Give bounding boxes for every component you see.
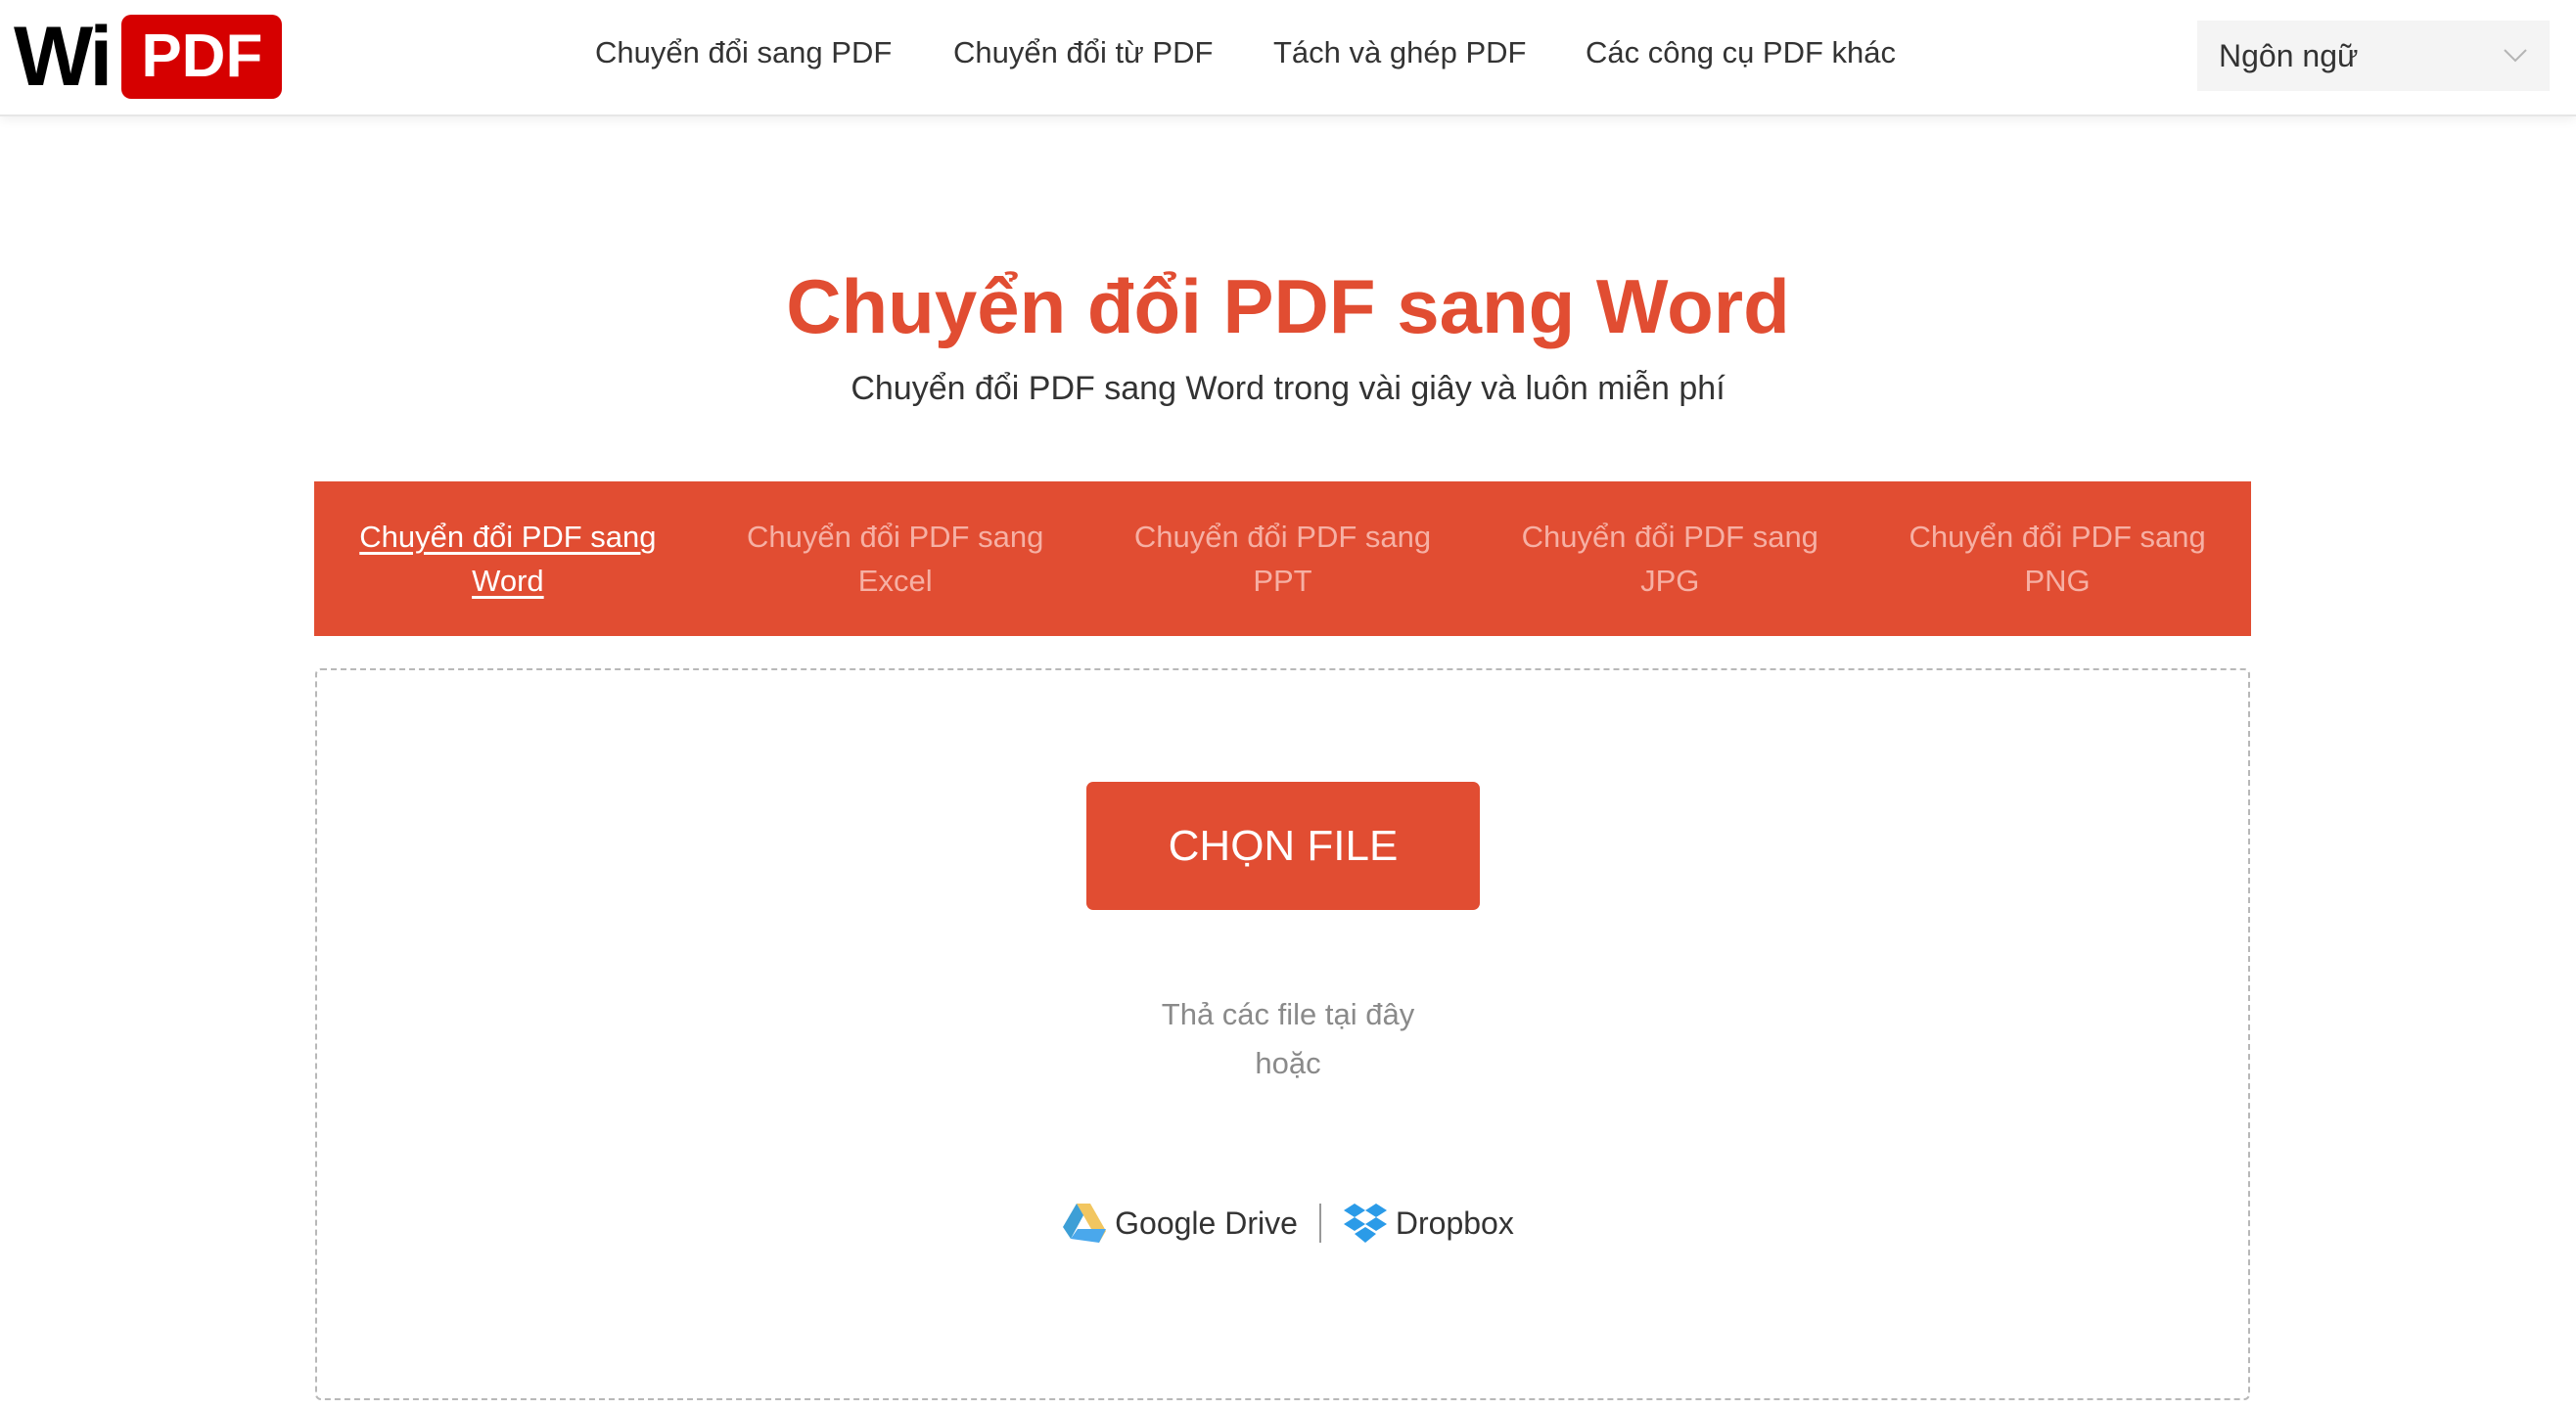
page-title: Chuyển đổi PDF sang Word: [786, 263, 1790, 349]
drop-files-text: Thả các file tại đây: [1161, 997, 1415, 1031]
google-drive-label: Google Drive: [1115, 1205, 1298, 1241]
language-select-label: Ngôn ngữ: [2219, 37, 2359, 73]
tab-label: Chuyển đổi PDF sang PPT: [1133, 520, 1432, 598]
nav-convert-from-pdf[interactable]: Chuyển đổi từ PDF: [953, 35, 1213, 70]
nav-other-pdf-tools[interactable]: Các công cụ PDF khác: [1586, 35, 1896, 70]
cloud-sources: Google Drive Dropbox: [0, 1202, 2576, 1245]
nav-split-merge-pdf[interactable]: Tách và ghép PDF: [1273, 35, 1526, 70]
dropbox-button[interactable]: Dropbox: [1343, 1202, 1514, 1245]
language-select[interactable]: Ngôn ngữ: [2197, 21, 2550, 91]
tab-pdf-to-png[interactable]: Chuyển đổi PDF sang PNG: [1863, 481, 2251, 636]
tab-label: Chuyển đổi PDF sang JPG: [1521, 520, 1818, 598]
dropbox-icon: [1343, 1204, 1387, 1243]
google-drive-icon: [1063, 1204, 1107, 1243]
logo-pdf-badge: PDF: [121, 15, 283, 99]
file-dropzone[interactable]: [315, 668, 2250, 1400]
tab-pdf-to-jpg[interactable]: Chuyển đổi PDF sang JPG: [1476, 481, 1863, 636]
divider: [1318, 1204, 1321, 1243]
tab-pdf-to-ppt[interactable]: Chuyển đổi PDF sang PPT: [1089, 481, 1477, 636]
tab-label: Chuyển đổi PDF sang Word: [359, 520, 657, 598]
page-subtitle: Chuyển đổi PDF sang Word trong vài giây …: [851, 370, 1725, 407]
logo-wi-text: Wi: [14, 10, 113, 104]
choose-file-button[interactable]: CHỌN FILE: [1086, 782, 1480, 910]
chevron-down-icon: [2504, 49, 2527, 63]
or-text: hoặc: [1255, 1046, 1321, 1080]
tab-label: Chuyển đổi PDF sang Excel: [747, 520, 1044, 598]
converter-tabs: Chuyển đổi PDF sang Word Chuyển đổi PDF …: [314, 481, 2251, 636]
google-drive-button[interactable]: Google Drive: [1062, 1202, 1298, 1245]
logo[interactable]: Wi PDF: [14, 10, 283, 104]
nav-convert-to-pdf[interactable]: Chuyển đổi sang PDF: [595, 35, 892, 70]
tab-pdf-to-excel[interactable]: Chuyển đổi PDF sang Excel: [702, 481, 1089, 636]
site-header: Wi PDF Chuyển đổi sang PDF Chuyển đổi từ…: [0, 0, 2576, 116]
tab-pdf-to-word[interactable]: Chuyển đổi PDF sang Word: [314, 481, 702, 636]
dropbox-label: Dropbox: [1395, 1205, 1514, 1241]
tab-label: Chuyển đổi PDF sang PNG: [1909, 520, 2206, 598]
